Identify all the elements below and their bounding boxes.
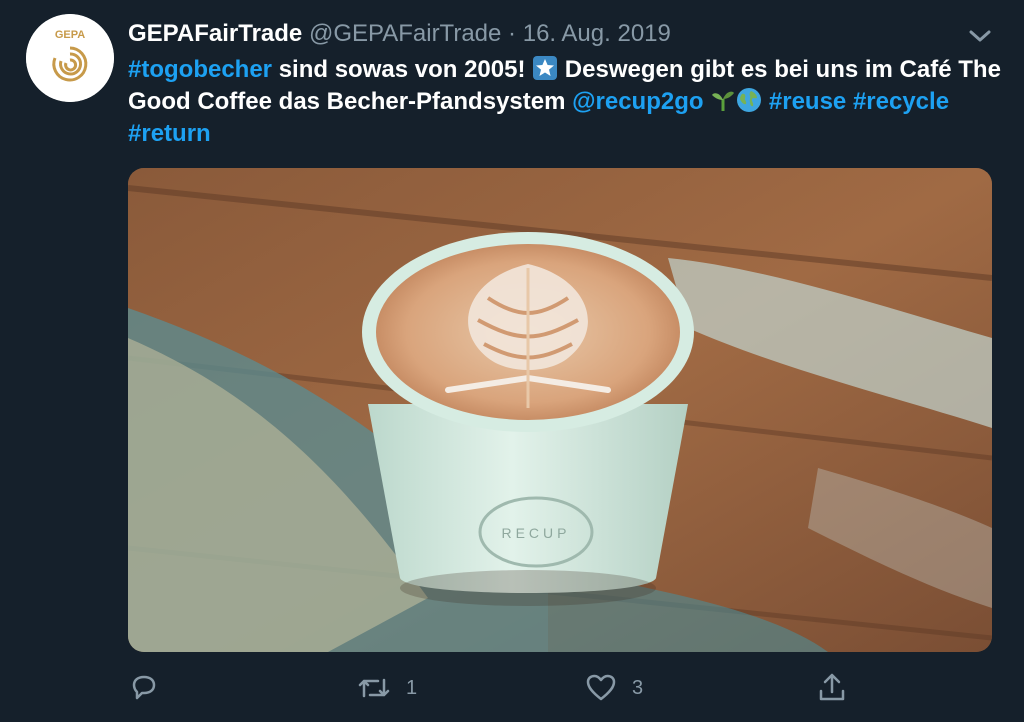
globe-emoji-icon: [736, 87, 762, 113]
tweet-media-photo[interactable]: RECUP: [128, 168, 992, 652]
logo-text: GEPA: [55, 29, 85, 41]
mention-recup2go[interactable]: @recup2go: [572, 88, 703, 115]
more-menu-button[interactable]: [966, 22, 994, 50]
tweet-text-part1: sind sowas von 2005!: [272, 56, 533, 83]
gepa-logo-icon: GEPA: [26, 14, 114, 102]
hashtag-recycle[interactable]: #recycle: [853, 88, 949, 115]
retweet-count: 1: [406, 676, 418, 699]
hashtag-togobecher[interactable]: #togobecher: [128, 56, 272, 83]
share-icon: [819, 673, 845, 701]
hashtag-reuse[interactable]: #reuse: [769, 88, 846, 115]
tweet-header: GEPAFairTrade @GEPAFairTrade · 16. Aug. …: [128, 18, 964, 50]
star-emoji-icon: [532, 55, 558, 81]
tweet: GEPA GEPAFairTrade @GEPAFairTrade · 16. …: [0, 0, 1024, 722]
tweet-date[interactable]: 16. Aug. 2019: [523, 20, 671, 47]
hashtag-return[interactable]: #return: [128, 120, 211, 147]
retweet-icon: [358, 678, 390, 698]
reply-button[interactable]: [128, 668, 160, 708]
seedling-emoji-icon: [710, 87, 736, 113]
like-button[interactable]: 3: [584, 668, 643, 708]
coffee-cup-photo: RECUP: [128, 168, 992, 652]
retweet-button[interactable]: 1: [356, 668, 417, 708]
like-count: 3: [632, 676, 644, 699]
avatar[interactable]: GEPA: [26, 14, 114, 102]
share-button[interactable]: [816, 668, 848, 708]
chevron-down-icon: [969, 30, 991, 42]
separator: ·: [508, 20, 517, 47]
tweet-text: #togobecher sind sowas von 2005! Deswege…: [128, 54, 1008, 150]
cup-brand-text: RECUP: [501, 525, 570, 541]
heart-icon: [586, 674, 616, 701]
author-name[interactable]: GEPAFairTrade: [128, 20, 302, 47]
tweet-actions: 1 3: [128, 668, 992, 708]
reply-icon: [132, 675, 156, 700]
author-handle[interactable]: @GEPAFairTrade: [309, 20, 501, 47]
